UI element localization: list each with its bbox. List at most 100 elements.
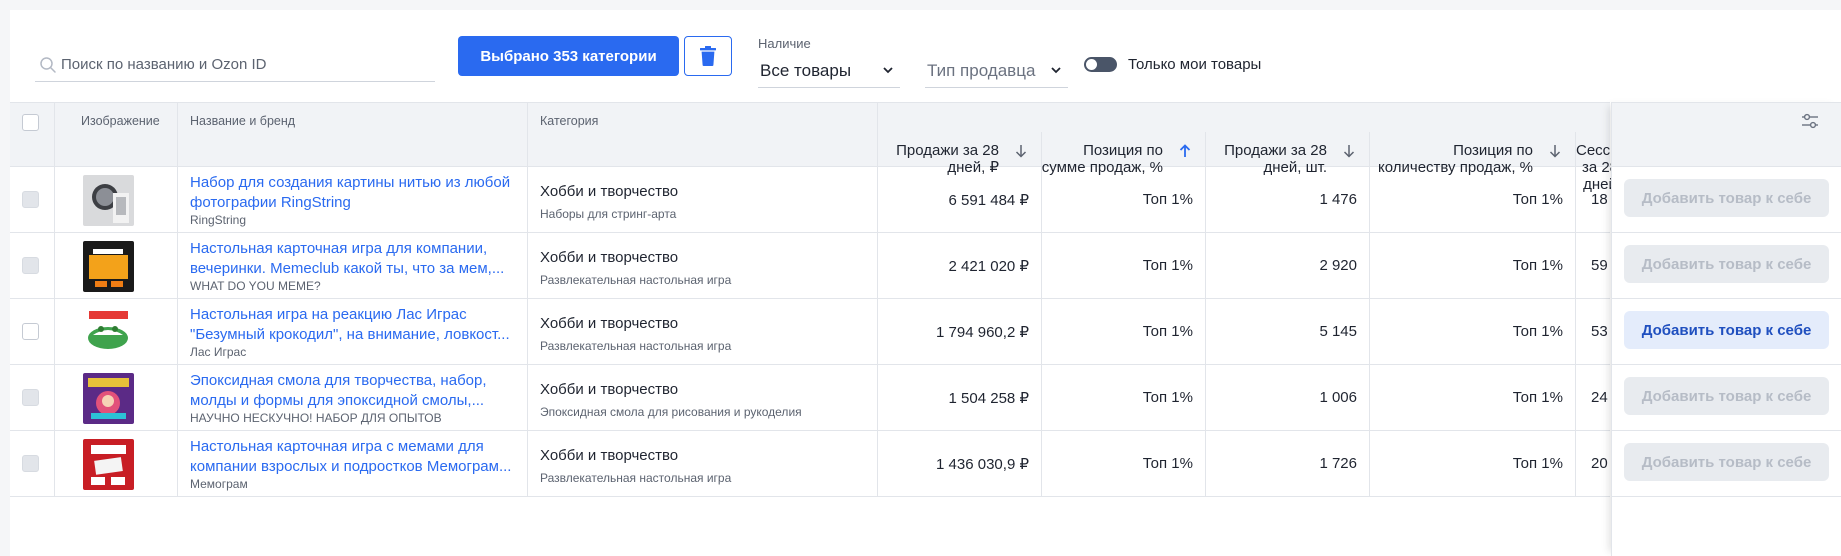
name-cell: Эпоксидная смола для творчества, набор, …	[178, 365, 528, 430]
product-name-link[interactable]: Настольная игра на реакцию Лас Играс "Бе…	[190, 305, 520, 345]
sales-qty-value: 1 726	[1319, 455, 1357, 472]
sales-rub-cell: 1 504 258 ₽	[878, 365, 1042, 430]
toggle-switch[interactable]	[1084, 56, 1117, 72]
row-checkbox[interactable]	[22, 455, 39, 472]
pos-sum-value: Топ 1%	[1142, 455, 1193, 472]
header-image-label: Изображение	[81, 114, 160, 128]
table-row[interactable]: Настольная карточная игра для компании, …	[10, 233, 1610, 299]
row-checkbox[interactable]	[22, 389, 39, 406]
seller-type-select[interactable]: Тип продавца	[925, 52, 1068, 88]
header-select-all-cell	[10, 103, 55, 168]
category-name: Хобби и творчество	[540, 249, 679, 266]
only-my-products-label: Только мои товары	[1128, 55, 1262, 73]
table-row[interactable]: Набор для создания картины нитью из любо…	[10, 167, 1610, 233]
sales-rub-cell: 1 794 960,2 ₽	[878, 299, 1042, 364]
product-thumbnail[interactable]	[83, 241, 134, 292]
row-select-cell	[10, 233, 55, 298]
row-checkbox[interactable]	[22, 191, 39, 208]
pos-sum-cell: Топ 1%	[1042, 431, 1206, 496]
subcategory-name: Эпоксидная смола для рисования и рукодел…	[540, 405, 802, 419]
pos-sum-value: Топ 1%	[1142, 257, 1193, 274]
table-row[interactable]: Эпоксидная смола для творчества, набор, …	[10, 365, 1610, 431]
pos-sum-cell: Топ 1%	[1042, 365, 1206, 430]
pos-sum-value: Топ 1%	[1142, 323, 1193, 340]
sales-rub-value: 6 591 484 ₽	[948, 192, 1029, 209]
category-cell: Хобби и творчество Развлекательная насто…	[528, 299, 878, 364]
category-cell: Хобби и творчество Наборы для стринг-арт…	[528, 167, 878, 232]
pos-qty-value: Топ 1%	[1512, 389, 1563, 406]
row-select-cell	[10, 431, 55, 496]
search-input[interactable]	[61, 51, 431, 77]
sort-arrow-down-icon[interactable]	[1549, 144, 1561, 158]
sales-qty-cell: 1 476	[1206, 167, 1370, 232]
pos-qty-value: Топ 1%	[1512, 323, 1563, 340]
header-image: Изображение	[55, 103, 178, 168]
product-name-link[interactable]: Настольная карточная игра с мемами для к…	[190, 437, 520, 477]
selected-categories-button[interactable]: Выбрано 353 категории	[458, 36, 679, 76]
sales-rub-value: 2 421 020 ₽	[948, 258, 1029, 275]
search-box[interactable]	[35, 47, 435, 82]
clear-categories-button[interactable]	[684, 36, 732, 76]
header-name-label: Название и бренд	[190, 114, 296, 128]
sales-qty-value: 1 006	[1319, 389, 1357, 406]
name-cell: Настольная карточная игра с мемами для к…	[178, 431, 528, 496]
subcategory-name: Развлекательная настольная игра	[540, 273, 732, 287]
category-name: Хобби и творчество	[540, 183, 679, 200]
sort-arrow-up-icon[interactable]	[1179, 144, 1191, 158]
product-brand: Лас Играс	[190, 345, 247, 359]
actions-header	[1612, 102, 1841, 167]
header-name-brand: Название и бренд	[178, 103, 528, 168]
image-cell	[55, 431, 178, 496]
pos-qty-cell: Топ 1%	[1370, 167, 1576, 232]
category-name: Хобби и творчество	[540, 447, 679, 464]
row-divider	[1612, 430, 1841, 431]
name-cell: Настольная игра на реакцию Лас Играс "Бе…	[178, 299, 528, 364]
table-row[interactable]: Настольная карточная игра с мемами для к…	[10, 431, 1610, 497]
category-cell: Хобби и творчество Развлекательная насто…	[528, 233, 878, 298]
pos-qty-value: Топ 1%	[1512, 455, 1563, 472]
row-divider	[1612, 496, 1841, 497]
sales-qty-value: 1 476	[1319, 191, 1357, 208]
actions-column: Добавить товар к себе Добавить товар к се…	[1611, 102, 1841, 556]
product-thumbnail[interactable]	[83, 307, 134, 358]
sessions-value: 24	[1591, 389, 1608, 406]
name-cell: Настольная карточная игра для компании, …	[178, 233, 528, 298]
row-select-cell	[10, 299, 55, 364]
chevron-down-icon	[883, 67, 893, 74]
header-category: Категория	[528, 103, 878, 168]
add-product-button[interactable]: Добавить товар к себе	[1624, 311, 1829, 349]
product-thumbnail[interactable]	[83, 373, 134, 424]
products-panel: Выбрано 353 категории Наличие Все товары…	[10, 10, 1841, 556]
availability-select[interactable]: Наличие Все товары	[758, 36, 900, 88]
sales-rub-cell: 6 591 484 ₽	[878, 167, 1042, 232]
pos-qty-value: Топ 1%	[1512, 257, 1563, 274]
add-product-button[interactable]: Добавить товар к себе	[1624, 443, 1829, 481]
product-name-link[interactable]: Эпоксидная смола для творчества, набор, …	[190, 371, 520, 411]
row-checkbox[interactable]	[22, 323, 39, 340]
product-thumbnail[interactable]	[83, 175, 134, 226]
table-row[interactable]: Настольная игра на реакцию Лас Играс "Бе…	[10, 299, 1610, 365]
row-select-cell	[10, 167, 55, 232]
image-cell	[55, 167, 178, 232]
add-product-button[interactable]: Добавить товар к себе	[1624, 377, 1829, 415]
sessions-value: 18	[1591, 191, 1608, 208]
sales-rub-value: 1 504 258 ₽	[948, 390, 1029, 407]
name-cell: Набор для создания картины нитью из любо…	[178, 167, 528, 232]
product-thumbnail[interactable]	[83, 439, 134, 490]
pos-sum-value: Топ 1%	[1142, 389, 1193, 406]
add-product-button[interactable]: Добавить товар к себе	[1624, 179, 1829, 217]
sort-arrow-down-icon[interactable]	[1343, 144, 1355, 158]
sales-rub-cell: 2 421 020 ₽	[878, 233, 1042, 298]
sales-rub-value: 1 436 030,9 ₽	[936, 456, 1029, 473]
product-name-link[interactable]: Набор для создания картины нитью из любо…	[190, 173, 520, 213]
category-name: Хобби и творчество	[540, 381, 679, 398]
sort-arrow-down-icon[interactable]	[1015, 144, 1027, 158]
product-brand: Мемограм	[190, 477, 248, 491]
only-my-products-toggle[interactable]: Только мои товары	[1084, 54, 1261, 74]
add-product-button[interactable]: Добавить товар к себе	[1624, 245, 1829, 283]
column-settings-icon[interactable]	[1801, 113, 1819, 129]
select-all-checkbox[interactable]	[22, 114, 39, 131]
product-name-link[interactable]: Настольная карточная игра для компании, …	[190, 239, 520, 279]
sessions-value: 59	[1591, 257, 1608, 274]
row-checkbox[interactable]	[22, 257, 39, 274]
